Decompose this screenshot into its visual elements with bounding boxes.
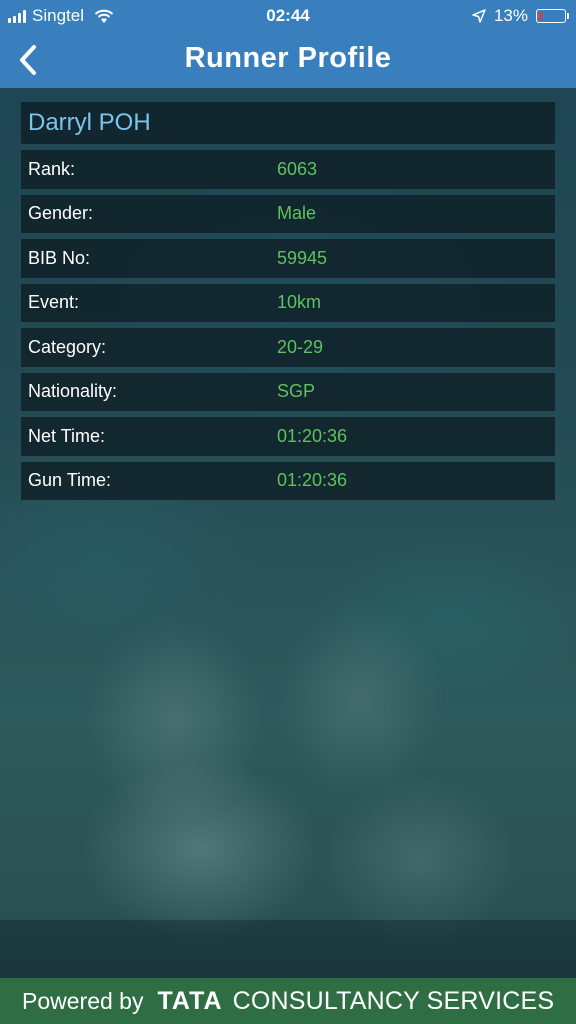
field-label: Category:: [28, 336, 107, 357]
field-label: BIB No:: [28, 247, 91, 268]
field-value: 20-29: [277, 336, 324, 357]
field-label: Net Time:: [28, 425, 106, 446]
field-value: 6063: [277, 158, 318, 179]
profile-row: Net Time: 01:20:36: [21, 417, 555, 456]
status-right: 13%: [472, 6, 569, 26]
field-value: 10km: [277, 292, 322, 313]
field-label: Event:: [28, 292, 80, 313]
field-value: 59945: [277, 247, 328, 268]
runner-profile-table: Darryl POH Rank: 6063 Gender: Male BIB No: 59…: [21, 102, 555, 506]
field-label: Nationality:: [28, 381, 118, 402]
field-value: SGP: [277, 381, 316, 402]
field-label: Gender:: [28, 203, 94, 224]
field-value: 01:20:36: [277, 470, 348, 491]
page-title: Runner Profile: [184, 42, 392, 74]
battery-icon: [536, 9, 569, 23]
nav-bar: Runner Profile: [0, 32, 576, 88]
profile-row: Event: 10km: [21, 283, 555, 322]
profile-row: Rank: 6063: [21, 150, 555, 189]
profile-row: Gender: Male: [21, 194, 555, 233]
location-arrow-icon: [472, 9, 486, 23]
field-value: Male: [277, 203, 317, 224]
status-bar: Singtel 02:44 13%: [0, 0, 576, 32]
footer-banner: Powered by TATA CONSULTANCY SERVICES: [0, 978, 576, 1024]
tata-logo: TATA: [157, 986, 223, 1015]
runner-name: Darryl POH: [21, 102, 555, 144]
profile-row: Category: 20-29: [21, 328, 555, 367]
profile-row: BIB No: 59945: [21, 239, 555, 278]
profile-row: Nationality: SGP: [21, 372, 555, 411]
field-label: Rank:: [28, 158, 76, 179]
background-shade: [0, 920, 576, 980]
company-name: CONSULTANCY SERVICES: [232, 986, 555, 1015]
powered-by-text: Powered by: [22, 987, 144, 1014]
battery-percent: 13%: [493, 6, 528, 25]
field-value: 01:20:36: [277, 425, 348, 446]
battery-level: [539, 12, 542, 20]
profile-row: Gun Time: 01:20:36: [21, 461, 555, 500]
field-label: Gun Time:: [28, 470, 112, 491]
